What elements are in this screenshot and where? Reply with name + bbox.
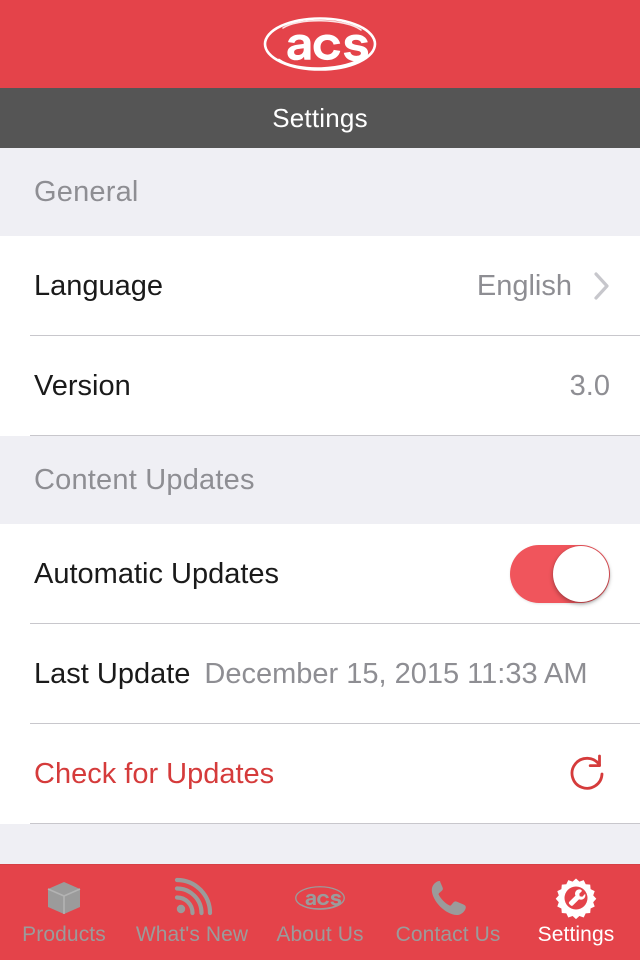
page-title: Settings — [272, 102, 368, 133]
settings-group-general: Language English Version 3.0 — [0, 236, 640, 436]
tab-about-us[interactable]: About Us — [256, 865, 384, 960]
app-root: Settings General Language English Versio… — [0, 0, 640, 960]
row-last-update: Last Update December 15, 2015 11:33 AM — [0, 624, 640, 724]
acs-logo-icon — [294, 875, 346, 921]
settings-group-content-updates: Automatic Updates Last Update December 1… — [0, 524, 640, 824]
nav-bar: Settings — [0, 88, 640, 148]
tab-products[interactable]: Products — [0, 865, 128, 960]
tab-bar: Products What's New About Us Contact Us … — [0, 864, 640, 960]
gear-tool-icon — [550, 875, 602, 921]
row-check-for-updates[interactable]: Check for Updates — [0, 724, 640, 824]
tab-whats-new[interactable]: What's New — [128, 865, 256, 960]
row-value-language: English — [476, 269, 572, 302]
row-title: Version — [34, 369, 131, 402]
cube-icon — [38, 875, 90, 921]
toggle-knob — [553, 546, 609, 602]
phone-icon — [422, 875, 474, 921]
tab-label: What's New — [135, 923, 249, 946]
check-for-updates-label: Check for Updates — [34, 757, 275, 790]
tab-contact-us[interactable]: Contact Us — [384, 865, 512, 960]
row-value-last-update: December 15, 2015 11:33 AM — [204, 657, 588, 690]
acs-logo-icon — [261, 14, 379, 74]
row-title: Language — [34, 269, 164, 302]
rss-feed-icon — [166, 875, 218, 921]
row-title: Automatic Updates — [34, 557, 280, 590]
section-header-label: General — [34, 175, 139, 208]
brand-header — [0, 0, 640, 88]
row-value-version: 3.0 — [569, 369, 610, 402]
chevron-right-icon — [594, 272, 610, 300]
tab-label: Settings — [537, 923, 615, 946]
tab-settings[interactable]: Settings — [512, 865, 640, 960]
section-header-label: Content Updates — [34, 463, 255, 496]
row-version: Version 3.0 — [0, 336, 640, 436]
tab-label: Products — [22, 923, 106, 946]
section-header-content-updates: Content Updates — [0, 436, 640, 524]
section-header-general: General — [0, 148, 640, 236]
tab-label: Contact Us — [395, 923, 501, 946]
row-automatic-updates[interactable]: Automatic Updates — [0, 524, 640, 624]
row-title: Last Update — [34, 657, 191, 690]
row-language[interactable]: Language English — [0, 236, 640, 336]
automatic-updates-toggle[interactable] — [510, 545, 610, 603]
settings-list[interactable]: General Language English Version 3.0 Con… — [0, 148, 640, 864]
tab-label: About Us — [276, 923, 364, 946]
list-bottom-spacer — [0, 824, 640, 864]
refresh-icon[interactable] — [566, 752, 610, 796]
